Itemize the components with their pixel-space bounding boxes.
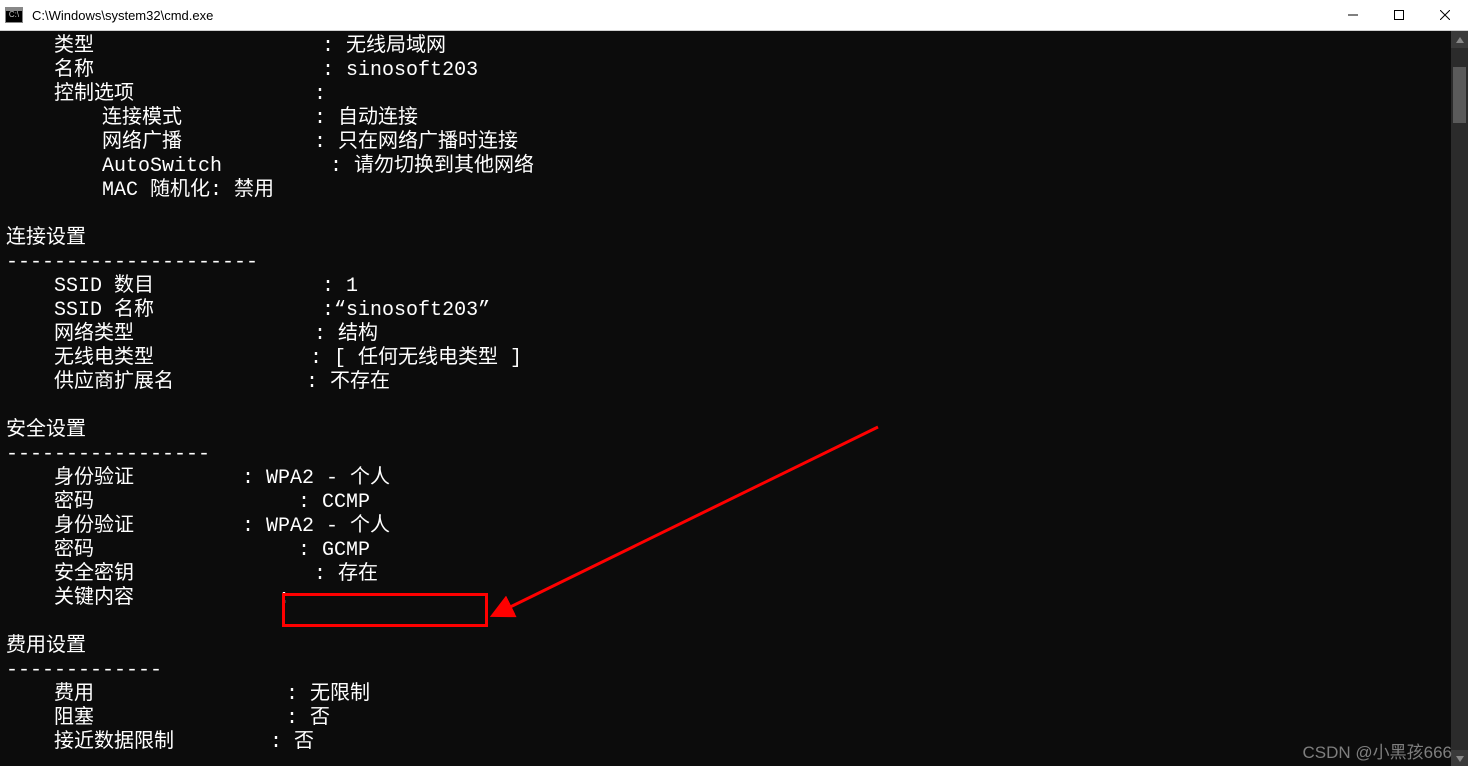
terminal-output[interactable]: 类型 : 无线局域网 名称 : sinosoft203 控制选项 : 连接模式 … bbox=[0, 31, 1451, 766]
window-controls bbox=[1330, 0, 1468, 30]
window-icon: C:\ bbox=[0, 0, 28, 30]
scrollbar-thumb[interactable] bbox=[1453, 67, 1466, 123]
vertical-scrollbar[interactable] bbox=[1451, 31, 1468, 766]
window-titlebar: C:\ C:\Windows\system32\cmd.exe bbox=[0, 0, 1468, 31]
scroll-up-button[interactable] bbox=[1451, 31, 1468, 48]
maximize-button[interactable] bbox=[1376, 0, 1422, 30]
cmd-icon: C:\ bbox=[5, 7, 23, 23]
terminal-area: 类型 : 无线局域网 名称 : sinosoft203 控制选项 : 连接模式 … bbox=[0, 31, 1468, 766]
minimize-button[interactable] bbox=[1330, 0, 1376, 30]
window-title: C:\Windows\system32\cmd.exe bbox=[28, 8, 1330, 23]
close-button[interactable] bbox=[1422, 0, 1468, 30]
scroll-down-button[interactable] bbox=[1451, 750, 1468, 766]
cmd-icon-label: C:\ bbox=[9, 11, 19, 19]
